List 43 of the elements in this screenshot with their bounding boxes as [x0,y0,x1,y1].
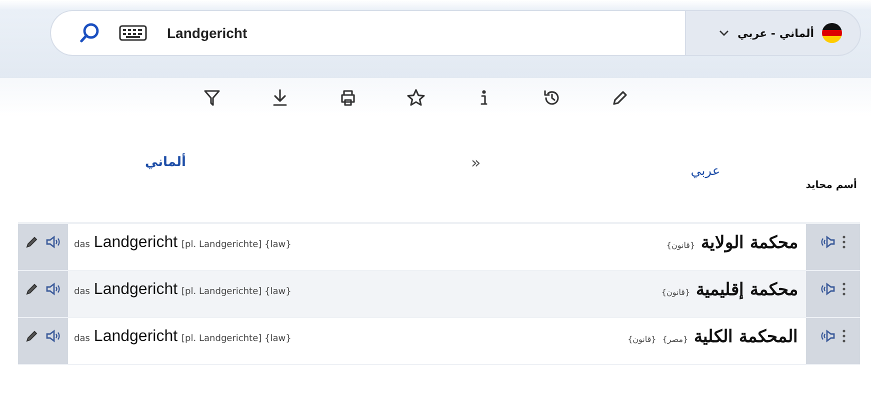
speaker-icon[interactable] [45,235,61,249]
speaker-icon[interactable] [45,282,61,296]
speaker-icon[interactable] [820,329,836,343]
article-text: das [74,287,90,297]
speaker-icon[interactable] [820,282,836,296]
grammar-note: [pl. Landgerichte] {law} [182,240,292,250]
usage-label: {قانون} [666,241,696,250]
column-header[interactable]: عربي [690,164,720,178]
pencil-icon[interactable] [25,282,39,296]
translation-text: المحكمة الكلية [694,326,798,347]
article-text: das [74,334,90,344]
term-text: Landgericht [94,234,178,252]
more-icon[interactable] [842,282,846,296]
column-header[interactable]: ألماني [145,154,186,170]
filter-icon[interactable] [202,88,222,108]
pencil-icon[interactable] [25,235,39,249]
usage-label: {مصر} [662,335,688,344]
usage-label: {قانون} [628,335,656,344]
flag-icon [822,23,842,43]
chevron-icon [719,30,730,36]
term-text: Landgericht [94,328,178,346]
translation-text: محكمة إقليمية [696,279,798,300]
speaker-icon[interactable] [820,235,836,249]
section-label: أسم محايد [806,180,857,193]
search-field[interactable]: Landgericht [50,10,685,56]
search-input[interactable]: Landgericht [167,18,685,48]
history-icon[interactable] [542,88,562,108]
usage-label: {قانون} [661,288,690,297]
language-dropdown[interactable]: ألماني - عربي [685,10,861,56]
more-icon[interactable] [842,329,846,343]
language-pair-label: ألماني - عربي [737,26,814,40]
star-icon[interactable] [406,88,426,108]
search-icon[interactable] [79,22,101,44]
speaker-icon[interactable] [45,329,61,343]
keyboard-icon[interactable] [119,25,147,41]
grammar-note: [pl. Landgerichte] {law} [182,287,292,297]
grammar-note: [pl. Landgerichte] {law} [182,334,292,344]
swap-button[interactable]: » [470,152,481,172]
term-text: Landgericht [94,281,178,299]
translation-text: محكمة الولاية [701,232,798,253]
pencil-icon[interactable] [25,329,39,343]
more-icon[interactable] [842,235,846,249]
article-text: das [74,240,90,250]
